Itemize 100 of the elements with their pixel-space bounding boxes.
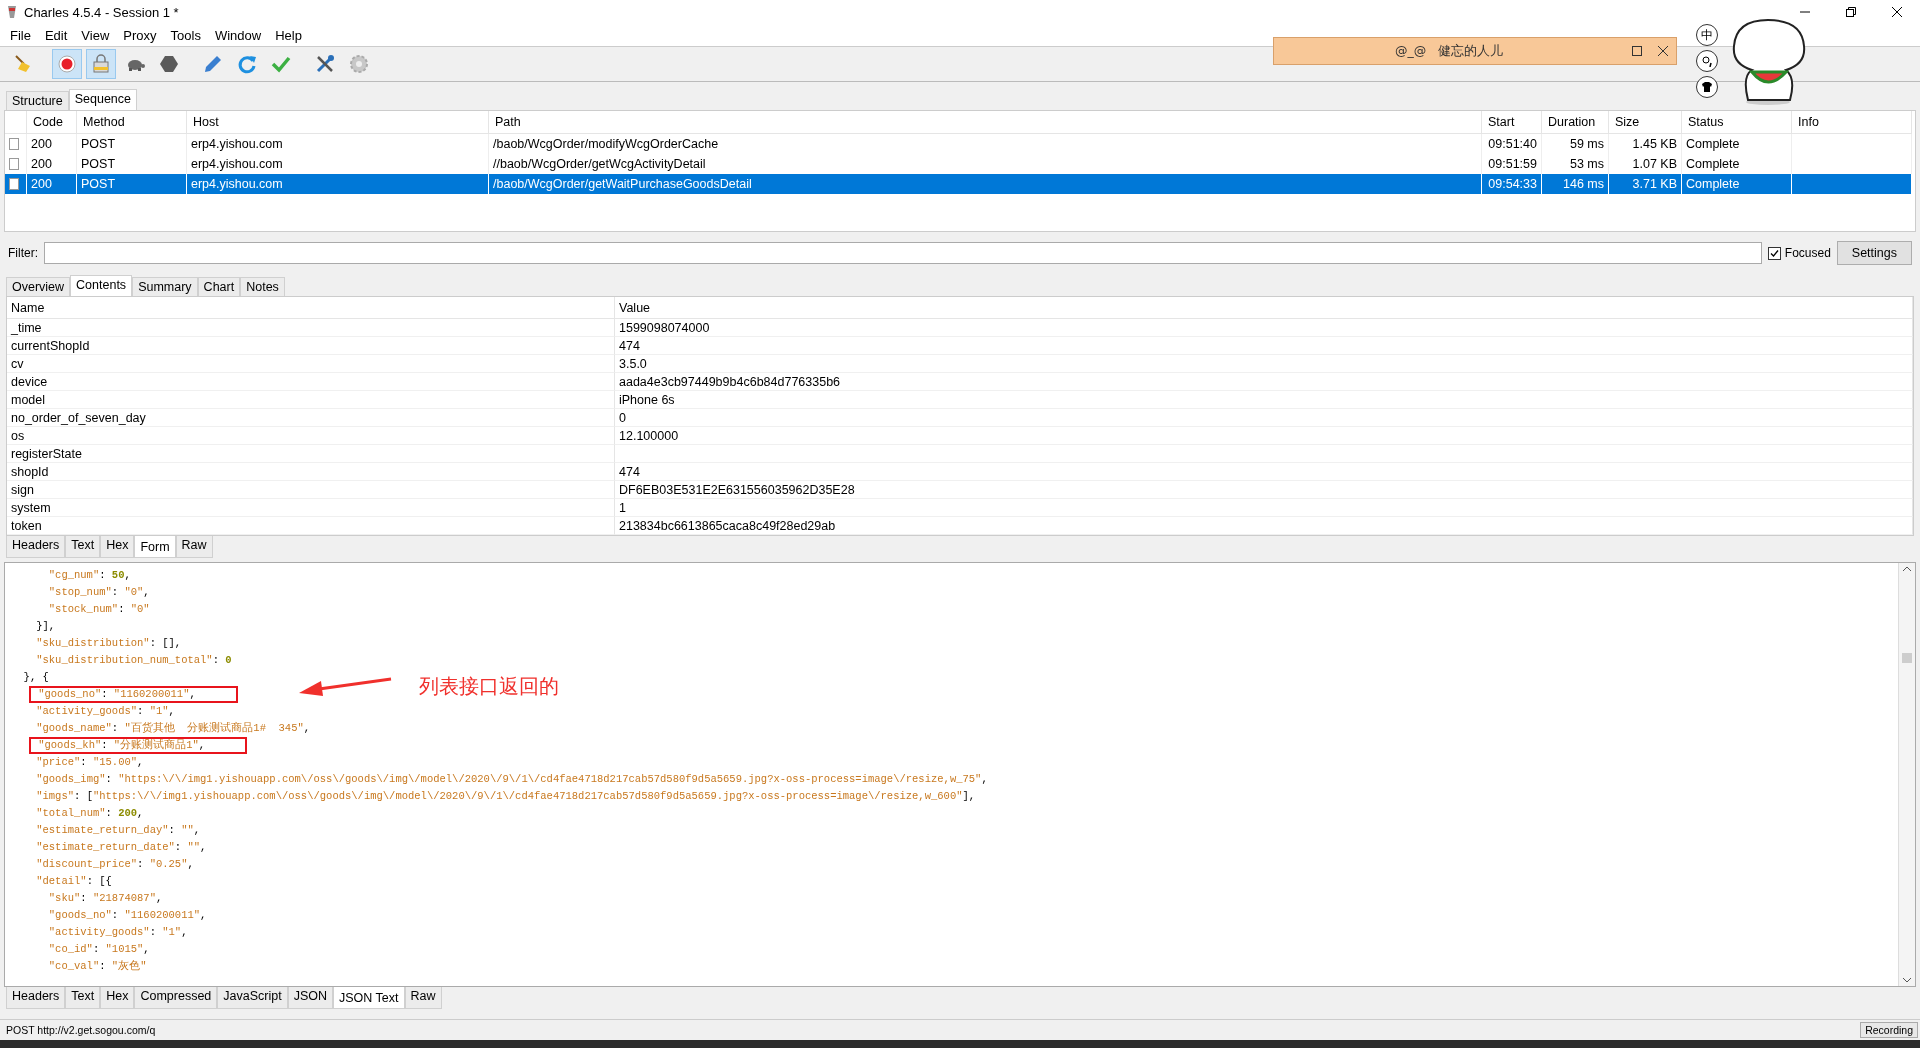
column-header[interactable]: Name (7, 297, 615, 319)
tab[interactable]: Headers (6, 536, 66, 558)
recording-button[interactable]: Recording (1860, 1022, 1918, 1038)
code-line: "goods_no": "1160200011", (47, 908, 207, 923)
column-header[interactable]: Path (489, 111, 1482, 134)
table-cell: /baob/WcgOrder/modifyWcgOrderCache (489, 134, 1482, 154)
table-cell: no_order_of_seven_day (7, 409, 615, 427)
column-header[interactable]: Start (1482, 111, 1542, 134)
tab[interactable]: Raw (404, 987, 442, 1009)
column-header[interactable]: Info (1792, 111, 1912, 134)
annotation-text: 列表接口返回的 (419, 673, 559, 700)
code-line: "detail": [{ (35, 874, 112, 889)
menu-item[interactable]: Edit (38, 27, 74, 43)
close-icon (1892, 7, 1902, 17)
table-cell: 213834bc6613865caca8c49f28ed29ab (615, 517, 1913, 535)
table-cell: 59 ms (1542, 134, 1609, 154)
tab[interactable]: Hex (100, 536, 135, 558)
menu-item[interactable]: File (4, 27, 37, 43)
table-cell: cv (7, 355, 615, 373)
column-header[interactable]: Host (187, 111, 489, 134)
code-line: "estimate_return_date": "", (35, 840, 207, 855)
table-cell: sign (7, 481, 615, 499)
code-line: "activity_goods": "1", (35, 704, 175, 719)
table-cell: 09:51:40 (1482, 134, 1542, 154)
code-line: "co_val": "灰色" (47, 959, 147, 974)
code-line: "stop_num": "0", (47, 585, 150, 600)
table-cell: token (7, 517, 615, 535)
menu-item[interactable]: Help (269, 27, 308, 43)
tab[interactable]: Compressed (134, 987, 218, 1009)
tab[interactable]: JSON (287, 987, 333, 1009)
filter-label: Filter: (8, 246, 38, 260)
refresh-icon (236, 53, 258, 75)
request-row[interactable]: 200 POST erp4.yishou.com /baob/WcgOrder/modifyWcgOrderCache 09:51:40 59 ms 1.45 KB Complete (5, 134, 1915, 154)
menu-item[interactable]: View (75, 27, 116, 43)
code-line: }, { (22, 670, 49, 685)
tab[interactable]: Text (65, 536, 101, 558)
table-cell: device (7, 373, 615, 391)
table-cell: DF6EB03E531E2E631556035962D35E28 (615, 481, 1913, 499)
scroll-thumb[interactable] (1902, 653, 1912, 663)
menu-item[interactable]: Proxy (117, 27, 163, 43)
code-line: }], (35, 619, 56, 634)
table-cell: 1.45 KB (1609, 134, 1682, 154)
column-header[interactable]: Value (615, 297, 1913, 319)
column-header[interactable]: Duration (1542, 111, 1609, 134)
column-header[interactable]: Method (77, 111, 187, 134)
menu-item[interactable]: Tools (164, 27, 207, 43)
document-icon (9, 178, 19, 190)
column-header[interactable]: Code (27, 111, 77, 134)
table-cell: 474 (615, 463, 1913, 481)
table-cell: 200 (27, 174, 77, 194)
table-cell: registerState (7, 445, 615, 463)
tab[interactable]: Structure (6, 91, 69, 110)
code-line: "cg_num": 50, (47, 568, 131, 583)
gear-icon (348, 53, 370, 75)
column-header[interactable]: Status (1682, 111, 1792, 134)
table-cell: model (7, 391, 615, 409)
status-text: POST http://v2.get.sogou.com/q (6, 1024, 156, 1036)
scrollbar[interactable] (1898, 563, 1915, 986)
punctuation-icon (1701, 55, 1713, 67)
tab[interactable]: Sequence (68, 89, 138, 110)
tab[interactable]: Chart (197, 277, 241, 296)
app-icon (6, 5, 18, 19)
table-cell: Complete (1682, 134, 1792, 154)
code-line: "estimate_return_day": "", (35, 823, 201, 838)
toolbar-button[interactable] (52, 49, 82, 79)
table-cell: currentShopId (7, 337, 615, 355)
focused-checkbox[interactable] (1767, 246, 1781, 260)
tab[interactable]: Raw (175, 536, 213, 558)
request-row[interactable]: 200 POST erp4.yishou.com /baob/WcgOrder/getWaitPurchaseGoodsDetail 09:54:33 146 ms 3.71 KB Complete (5, 174, 1915, 194)
table-cell: Complete (1682, 174, 1792, 194)
tab[interactable]: Notes (240, 277, 285, 296)
skin-button[interactable] (1696, 76, 1718, 98)
column-header[interactable]: Size (1609, 111, 1682, 134)
tab[interactable]: Summary (132, 277, 198, 296)
window-title: Charles 4.5.4 - Session 1 * (24, 4, 179, 20)
scroll-down-icon[interactable] (1902, 976, 1912, 984)
tab[interactable]: Headers (6, 987, 66, 1009)
filter-field[interactable] (44, 242, 1762, 264)
maximize-icon (1632, 46, 1642, 56)
code-line: "goods_img": "https:\/\/img1.yishouapp.com\/oss\/goods\/img\/model\/2020\/9\/1\/cd4fae4718d217cab57d580f9d5a5659.jpg?x-oss-process=image\/resize,w_75", (35, 772, 988, 787)
table-cell: aada4e3cb97449b9b4c6b84d776335b6 (615, 373, 1913, 391)
code-line: "sku": "21874087", (47, 891, 163, 906)
tab[interactable]: Hex (100, 987, 135, 1009)
tab[interactable]: JSON Text (333, 987, 405, 1009)
tab[interactable]: JavaScript (217, 987, 288, 1009)
tab[interactable]: Text (65, 987, 101, 1009)
table-cell: 146 ms (1542, 174, 1609, 194)
table-cell: erp4.yishou.com (187, 134, 489, 154)
settings-button[interactable]: Settings (1836, 241, 1912, 265)
tab[interactable]: Overview (6, 277, 71, 296)
code-line: "co_id": "1015", (47, 942, 150, 957)
code-line: "sku_distribution_num_total": 0 (35, 653, 232, 668)
menu-item[interactable]: Window (208, 27, 268, 43)
tab[interactable]: Form (134, 536, 176, 558)
tools-icon (314, 53, 336, 75)
code-line: "total_num": 200, (35, 806, 144, 821)
pen-icon (202, 53, 224, 75)
tab[interactable]: Contents (70, 275, 133, 296)
table-cell: 200 (27, 134, 77, 154)
scroll-up-icon[interactable] (1902, 565, 1912, 573)
